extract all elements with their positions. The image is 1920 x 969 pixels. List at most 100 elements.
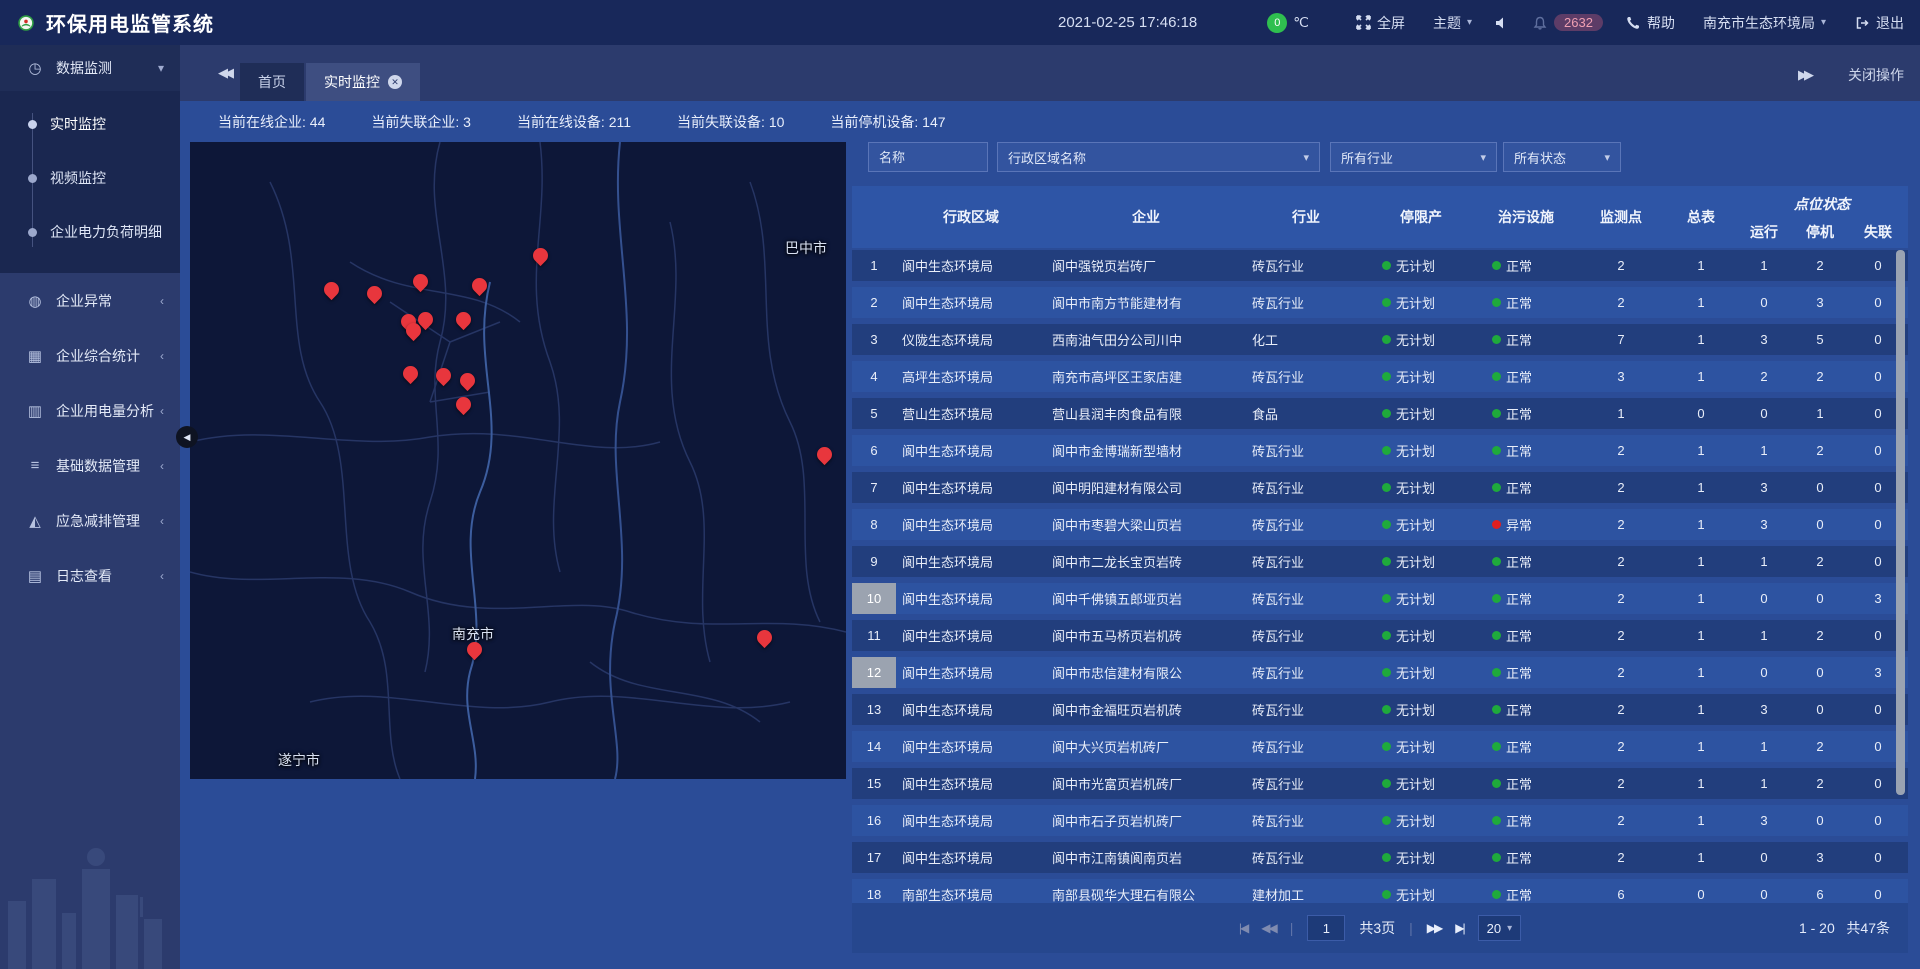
cell-region: 阆中生态环境局: [896, 842, 1046, 873]
cell-monitor-count: 2: [1576, 694, 1666, 725]
sidebar-collapse-toggle[interactable]: ◀: [176, 426, 198, 448]
cell-industry: 砖瓦行业: [1246, 435, 1366, 466]
cell-monitor-count: 2: [1576, 768, 1666, 799]
page-size-select[interactable]: 20 ▾: [1478, 915, 1522, 941]
cell-halt-count: 2: [1792, 731, 1848, 762]
status-select[interactable]: 所有状态 ▾: [1503, 142, 1621, 172]
cell-limit-status: 无计划: [1366, 620, 1476, 651]
cell-run-count: 3: [1736, 805, 1792, 836]
table-row[interactable]: 11阆中生态环境局阆中市五马桥页岩机砖砖瓦行业无计划正常21120: [852, 620, 1908, 651]
close-operations-button[interactable]: 关闭操作: [1848, 65, 1904, 85]
sound-button[interactable]: [1494, 15, 1510, 31]
table-row[interactable]: 18南部生态环境局南部县砚华大理石有限公建材加工无计划正常60060: [852, 879, 1908, 903]
table-row[interactable]: 10阆中生态环境局阆中千佛镇五郎垭页岩砖瓦行业无计划正常21003: [852, 583, 1908, 614]
facility-status-text: 正常: [1506, 885, 1532, 903]
limit-status-text: 无计划: [1396, 293, 1435, 312]
cell-limit-status: 无计划: [1366, 657, 1476, 688]
cell-meter-count: 1: [1666, 657, 1736, 688]
cell-company: 阆中市枣碧大梁山页岩: [1046, 509, 1246, 540]
cell-run-count: 0: [1736, 842, 1792, 873]
table-scrollbar[interactable]: [1896, 250, 1905, 795]
stat-item: 当前失联企业: 3: [371, 112, 471, 132]
status-dot-icon: [1382, 335, 1391, 344]
tabs-scroll-left-icon[interactable]: ◀◀: [218, 65, 230, 81]
sidebar-subitem-2[interactable]: 企业电力负荷明细: [0, 205, 180, 259]
cell-meter-count: 1: [1666, 620, 1736, 651]
notifications[interactable]: 2632: [1532, 14, 1603, 31]
sidebar-item-label: 基础数据管理: [56, 456, 140, 476]
cell-facility-status: 异常: [1476, 509, 1576, 540]
map-panel[interactable]: 巴中市南充市遂宁市: [190, 142, 846, 779]
table-row[interactable]: 5营山生态环境局营山县润丰肉食品有限食品无计划正常10010: [852, 398, 1908, 429]
sidebar-subitem-0[interactable]: 实时监控: [0, 97, 180, 151]
sidebar-item-1[interactable]: ◍企业异常‹: [0, 273, 180, 328]
tabs-scroll-right-icon[interactable]: ▶▶: [1798, 67, 1810, 83]
table-row[interactable]: 6阆中生态环境局阆中市金博瑞新型墙材砖瓦行业无计划正常21120: [852, 435, 1908, 466]
chevron-down-icon: ▾: [1604, 151, 1610, 164]
sidebar-item-2[interactable]: ▦企业综合统计‹: [0, 328, 180, 383]
logout-button[interactable]: 退出: [1854, 13, 1904, 33]
map-roads: [190, 142, 846, 779]
tab-1[interactable]: 实时监控✕: [306, 63, 420, 101]
region-select[interactable]: 行政区域名称 ▾: [997, 142, 1320, 172]
status-dot-icon: [1382, 372, 1391, 381]
sidebar-section: ▥企业用电量分析‹: [0, 383, 180, 438]
cell-monitor-count: 2: [1576, 805, 1666, 836]
prev-page-button[interactable]: ◀◀: [1261, 921, 1275, 935]
cell-company: 南部县砚华大理石有限公: [1046, 879, 1246, 903]
table-row[interactable]: 9阆中生态环境局阆中市二龙长宝页岩砖砖瓦行业无计划正常21120: [852, 546, 1908, 577]
sidebar-subitem-1[interactable]: 视频监控: [0, 151, 180, 205]
cell-meter-count: 0: [1666, 398, 1736, 429]
table-row[interactable]: 17阆中生态环境局阆中市江南镇阆南页岩砖瓦行业无计划正常21030: [852, 842, 1908, 873]
cell-facility-status: 正常: [1476, 879, 1576, 903]
search-name-input[interactable]: [868, 142, 988, 172]
fullscreen-button[interactable]: 全屏: [1355, 13, 1405, 33]
cell-monitor-count: 2: [1576, 509, 1666, 540]
sidebar-item-label: 日志查看: [56, 566, 112, 586]
table-row[interactable]: 8阆中生态环境局阆中市枣碧大梁山页岩砖瓦行业无计划异常21300: [852, 509, 1908, 540]
page-number-input[interactable]: [1307, 915, 1345, 941]
next-page-button[interactable]: ▶▶: [1427, 921, 1441, 935]
close-icon[interactable]: ✕: [388, 75, 402, 89]
status-dot-icon: [1382, 779, 1391, 788]
limit-status-text: 无计划: [1396, 885, 1435, 903]
facility-status-text: 正常: [1506, 811, 1532, 830]
app-root: 环保用电监管系统 2021-02-25 17:46:18 0 ℃ 全屏: [0, 0, 1920, 969]
status-dot-icon: [1492, 335, 1501, 344]
chevron-left-icon: ‹: [160, 514, 164, 528]
table-row[interactable]: 14阆中生态环境局阆中大兴页岩机砖厂砖瓦行业无计划正常21120: [852, 731, 1908, 762]
table-row[interactable]: 16阆中生态环境局阆中市石子页岩机砖厂砖瓦行业无计划正常21300: [852, 805, 1908, 836]
table-row[interactable]: 12阆中生态环境局阆中市忠信建材有限公砖瓦行业无计划正常21003: [852, 657, 1908, 688]
help-button[interactable]: 帮助: [1625, 13, 1675, 33]
sidebar-item-0[interactable]: ◷数据监测▾: [0, 45, 180, 91]
cell-industry: 砖瓦行业: [1246, 620, 1366, 651]
sidebar-item-3[interactable]: ▥企业用电量分析‹: [0, 383, 180, 438]
table-row[interactable]: 7阆中生态环境局阆中明阳建材有限公司砖瓦行业无计划正常21300: [852, 472, 1908, 503]
cell-run-count: 3: [1736, 694, 1792, 725]
table-row[interactable]: 15阆中生态环境局阆中市光富页岩机砖厂砖瓦行业无计划正常21120: [852, 768, 1908, 799]
cell-company: 阆中强锐页岩砖厂: [1046, 250, 1246, 281]
stats-bar: 当前在线企业: 44当前失联企业: 3当前在线设备: 211当前失联设备: 10…: [218, 101, 946, 142]
status-dot-icon: [1382, 483, 1391, 492]
facility-status-text: 正常: [1506, 330, 1532, 349]
sidebar-item-4[interactable]: ≡基础数据管理‹: [0, 438, 180, 493]
help-label: 帮助: [1647, 13, 1675, 33]
industry-select-value: 所有行业: [1341, 148, 1393, 167]
chevron-left-icon: ‹: [160, 459, 164, 473]
table-row[interactable]: 1阆中生态环境局阆中强锐页岩砖厂砖瓦行业无计划正常21120: [852, 250, 1908, 281]
sidebar-item-6[interactable]: ▤日志查看‹: [0, 548, 180, 603]
bullet-icon: [28, 120, 37, 129]
row-index: 15: [852, 768, 896, 799]
stat-item: 当前停机设备: 147: [830, 112, 945, 132]
theme-menu[interactable]: 主题 ▾: [1433, 13, 1472, 33]
table-row[interactable]: 3仪陇生态环境局西南油气田分公司川中化工无计划正常71350: [852, 324, 1908, 355]
table-row[interactable]: 4高坪生态环境局南充市高坪区王家店建砖瓦行业无计划正常31220: [852, 361, 1908, 392]
industry-select[interactable]: 所有行业 ▾: [1330, 142, 1497, 172]
last-page-button[interactable]: ▶|: [1455, 921, 1463, 935]
org-menu[interactable]: 南充市生态环境局 ▾: [1703, 13, 1826, 33]
first-page-button[interactable]: |◀: [1239, 921, 1247, 935]
table-row[interactable]: 2阆中生态环境局阆中市南方节能建材有砖瓦行业无计划正常21030: [852, 287, 1908, 318]
tab-0[interactable]: 首页: [240, 63, 304, 101]
table-row[interactable]: 13阆中生态环境局阆中市金福旺页岩机砖砖瓦行业无计划正常21300: [852, 694, 1908, 725]
sidebar-item-5[interactable]: ◭应急减排管理‹: [0, 493, 180, 548]
